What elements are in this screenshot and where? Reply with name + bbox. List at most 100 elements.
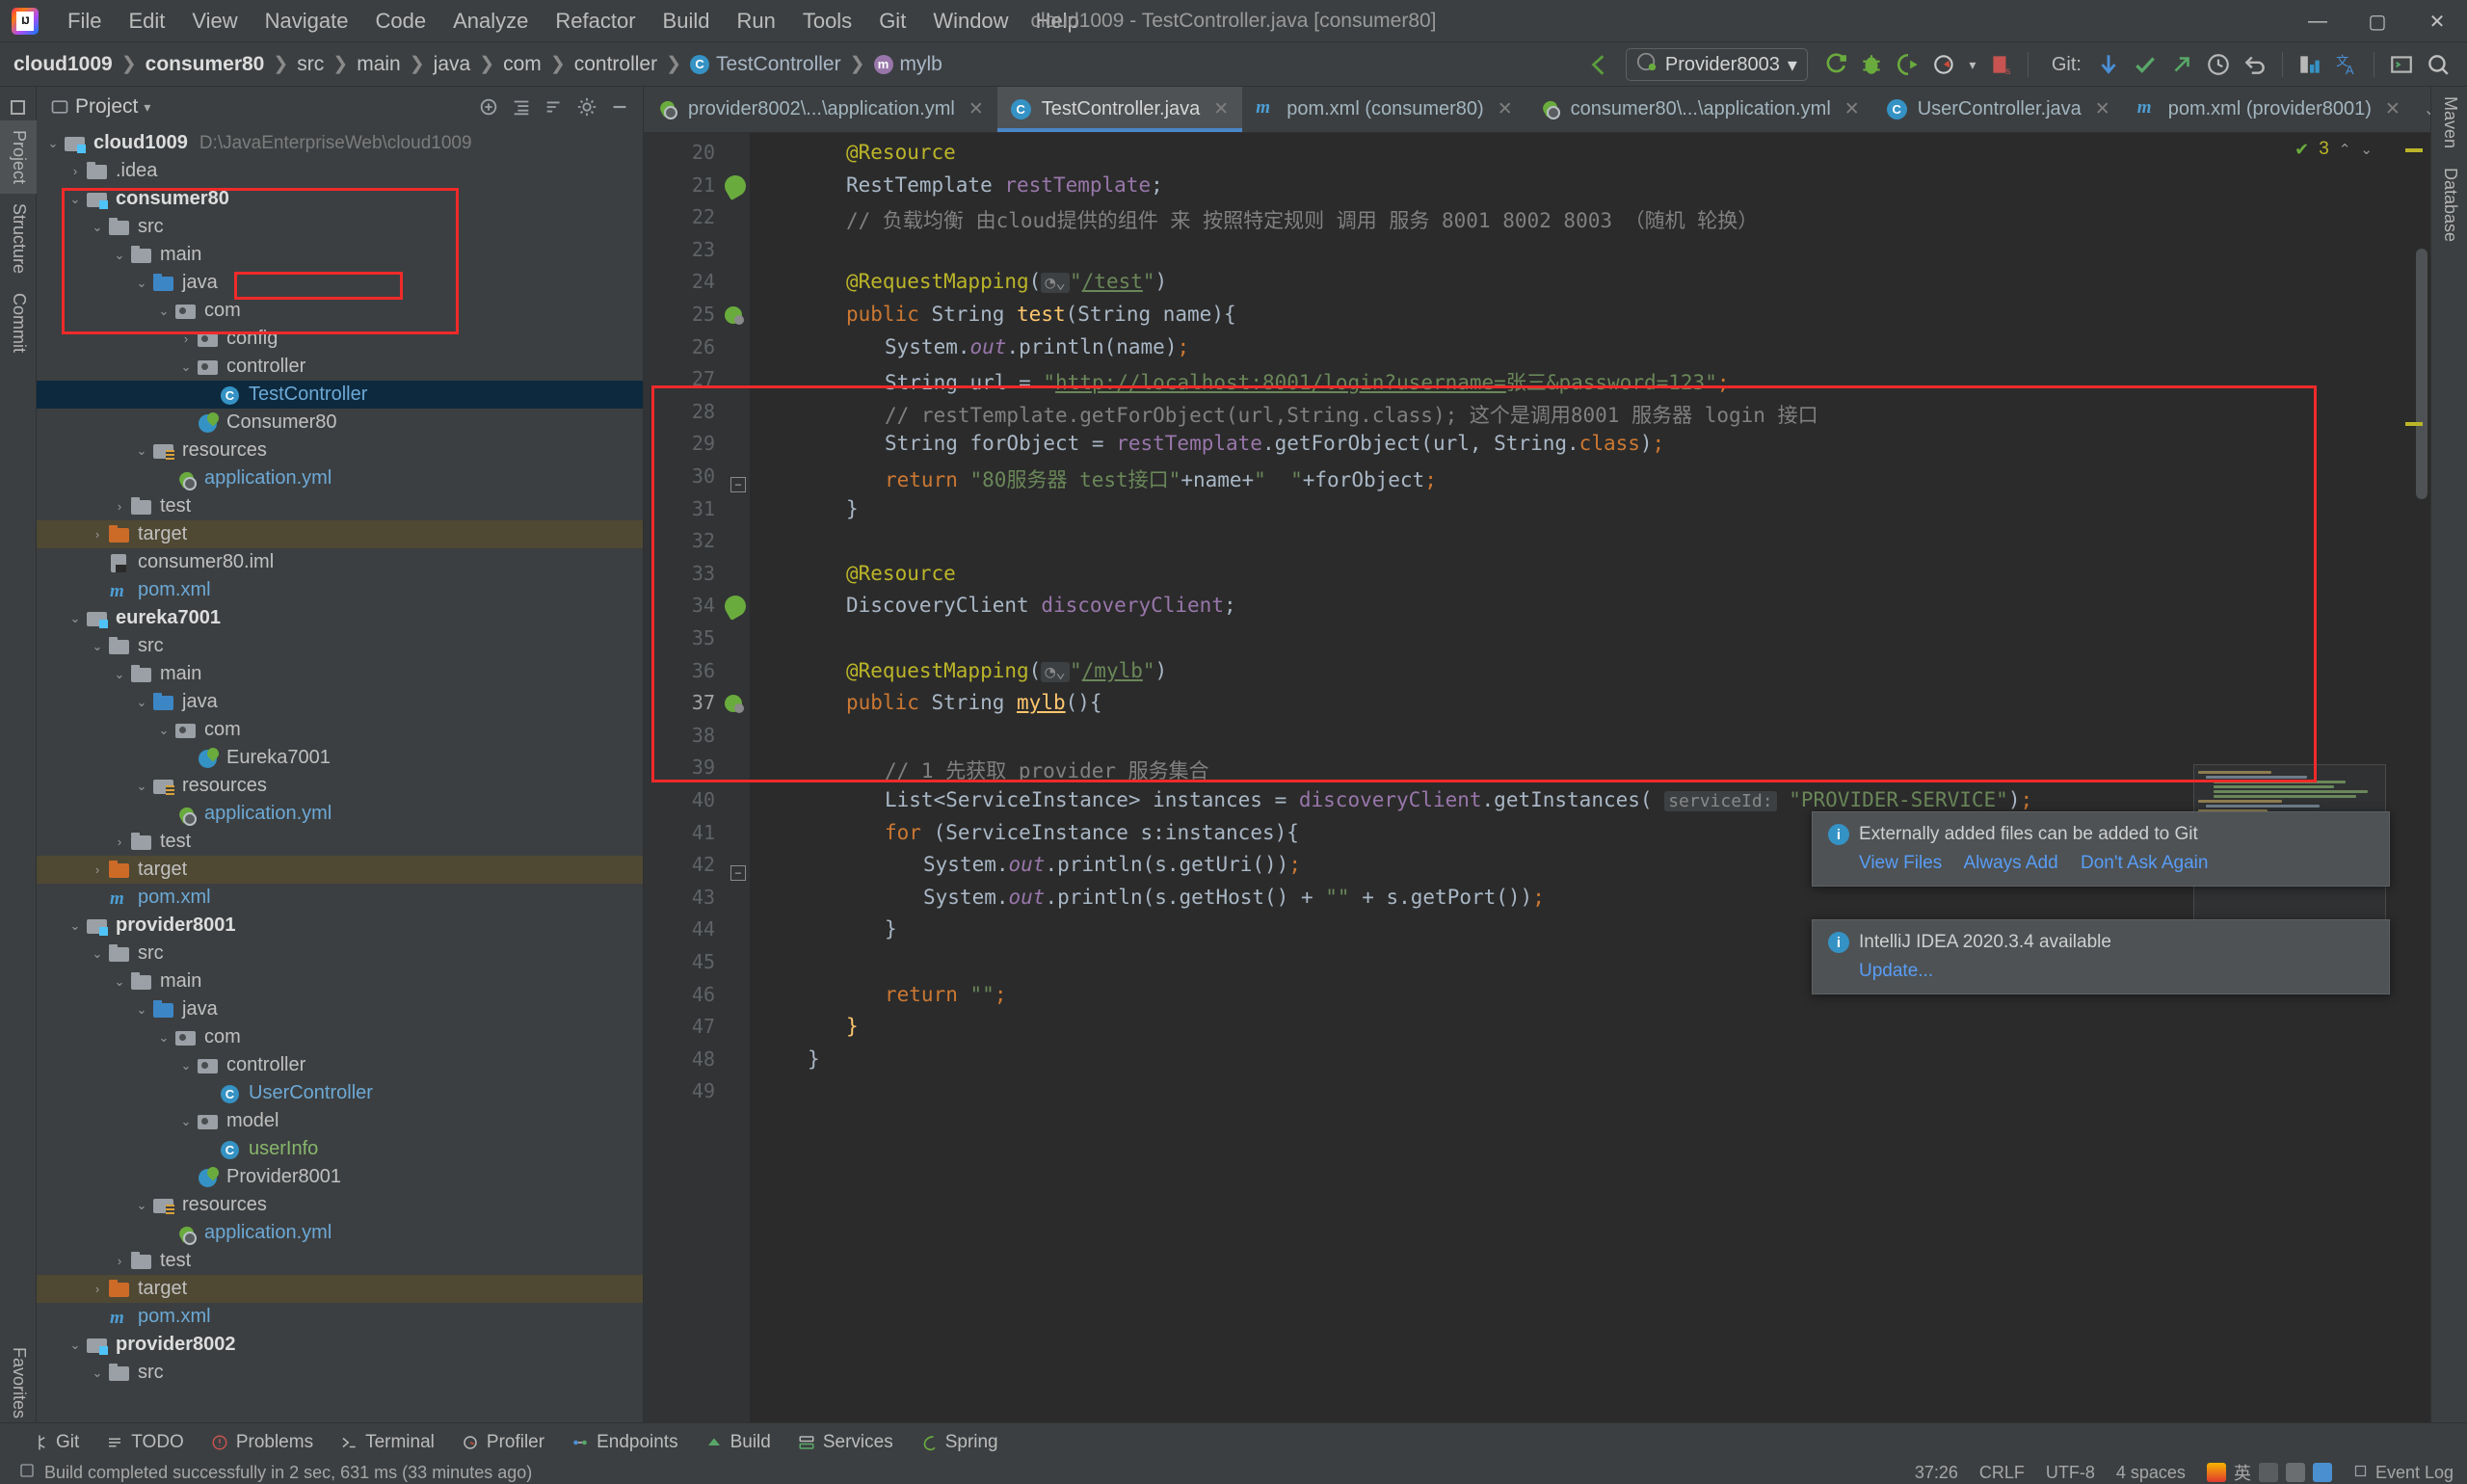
stripe-warning-2[interactable] xyxy=(2405,422,2423,426)
tree-node[interactable]: › .idea xyxy=(37,157,643,185)
code-line[interactable]: @Resource xyxy=(808,141,956,164)
breadcrumb-item-mylb[interactable]: m mylb xyxy=(873,53,942,76)
tree-node[interactable]: application.yml xyxy=(37,800,643,828)
dont-ask-again-link[interactable]: Don't Ask Again xyxy=(2081,853,2209,873)
code-line[interactable]: // restTemplate.getForObject(url,String.… xyxy=(808,400,1818,429)
tree-node[interactable]: › config xyxy=(37,325,643,353)
source-code[interactable]: @Resource RestTemplate restTemplate; // 负载… xyxy=(730,133,2396,1438)
sogou-ime-icon[interactable] xyxy=(2206,1463,2226,1482)
menu-item-code[interactable]: Code xyxy=(362,7,440,36)
code-line[interactable]: @RequestMapping(◔⌄ "/test") xyxy=(808,270,1167,294)
rollback-icon[interactable] xyxy=(2238,47,2272,82)
code-line[interactable]: DiscoveryClient discoveryClient; xyxy=(808,594,1236,617)
tray-icon-3[interactable] xyxy=(2312,1463,2332,1482)
tree-node[interactable]: ⌄ src xyxy=(37,213,643,241)
chevron-right-icon[interactable]: › xyxy=(87,527,108,542)
tree-node[interactable]: Consumer80 xyxy=(37,409,643,437)
notification-idea-update[interactable]: i IntelliJ IDEA 2020.3.4 available Updat… xyxy=(1812,919,2390,994)
chevron-down-icon[interactable]: ⌄ xyxy=(65,1338,86,1353)
tool-window-button-spring[interactable]: Spring xyxy=(909,1428,1010,1457)
tree-node[interactable]: ⌄ model xyxy=(37,1107,643,1135)
tree-node[interactable]: ⌄ resources xyxy=(37,437,643,464)
tree-node[interactable]: ⌄ consumer80 xyxy=(37,185,643,213)
spring-bean-gutter-icon[interactable] xyxy=(725,175,746,197)
code-line[interactable]: for (ServiceInstance s:instances){ xyxy=(808,821,1299,844)
menu-item-build[interactable]: Build xyxy=(650,7,724,36)
chevron-down-icon[interactable]: ⌄ xyxy=(87,639,108,654)
profiler-dropdown-icon[interactable]: ▾ xyxy=(1964,47,1981,82)
code-fold-toggle[interactable]: − xyxy=(730,477,746,492)
rail-item-favorites[interactable]: Favorites xyxy=(0,1338,38,1428)
tool-window-button-todo[interactable]: TODO xyxy=(94,1428,196,1457)
menu-item-analyze[interactable]: Analyze xyxy=(439,7,542,36)
inspection-widget[interactable]: ✔ 3 ⌃ ⌄ xyxy=(2295,139,2373,160)
search-icon[interactable] xyxy=(2421,47,2455,82)
code-line[interactable]: // 负载均衡 由cloud提供的组件 来 按照特定规则 调用 服务 8001 … xyxy=(808,205,1758,234)
chevron-down-icon[interactable]: ⌄ xyxy=(153,723,174,738)
breadcrumb-item-main[interactable]: main xyxy=(357,53,401,76)
close-tab-icon[interactable]: ✕ xyxy=(1213,98,1229,120)
profiler-icon[interactable] xyxy=(1927,47,1962,82)
tree-node[interactable]: › target xyxy=(37,856,643,884)
tool-window-button-build[interactable]: Build xyxy=(694,1428,783,1457)
close-tab-icon[interactable]: ✕ xyxy=(968,98,984,120)
tray-icon-1[interactable] xyxy=(2258,1463,2278,1482)
minimize-button[interactable]: — xyxy=(2288,0,2348,42)
code-line[interactable]: } xyxy=(808,1015,859,1038)
indent-setting[interactable]: 4 spaces xyxy=(2116,1463,2186,1483)
menu-item-file[interactable]: File xyxy=(54,7,115,36)
editor-tab[interactable]: provider8002\...\application.yml ✕ xyxy=(644,87,997,132)
chevron-right-icon[interactable]: › xyxy=(109,1254,130,1268)
rail-item-commit[interactable]: Commit xyxy=(0,283,38,362)
rerun-icon[interactable] xyxy=(1817,47,1852,82)
chevron-down-icon[interactable]: ⌄ xyxy=(175,1058,197,1073)
tool-window-button-endpoints[interactable]: Endpoints xyxy=(560,1428,690,1457)
editor-tab[interactable]: consumer80\...\application.yml ✕ xyxy=(1526,87,1873,132)
ime-indicator[interactable]: 英 xyxy=(2234,1460,2251,1484)
tree-node[interactable]: ⌄ eureka7001 xyxy=(37,604,643,632)
rail-item-database[interactable]: Database xyxy=(2431,158,2467,252)
code-line[interactable]: System.out.println(s.getHost() + "" + s.… xyxy=(808,886,1545,909)
tree-node[interactable]: ⌄ src xyxy=(37,1359,643,1387)
tool-window-button-profiler[interactable]: Profiler xyxy=(450,1428,556,1457)
chevron-down-icon[interactable]: ⌄ xyxy=(42,136,64,151)
tree-node[interactable]: ⌄ controller xyxy=(37,1051,643,1079)
close-tab-icon[interactable]: ✕ xyxy=(2095,98,2110,120)
editor-tab[interactable]: m pom.xml (provider8001) ✕ xyxy=(2124,87,2414,132)
tree-node[interactable]: Eureka7001 xyxy=(37,744,643,772)
code-line[interactable]: public String mylb(){ xyxy=(808,691,1102,714)
code-line[interactable]: System.out.println(s.getUri()); xyxy=(808,853,1301,876)
code-line[interactable]: @RequestMapping(◔⌄ "/mylb") xyxy=(808,659,1167,682)
commit-icon[interactable] xyxy=(2128,47,2162,82)
editor-tab[interactable]: m pom.xml (consumer80) ✕ xyxy=(1242,87,1525,132)
tree-node[interactable]: ⌄ main xyxy=(37,967,643,995)
breadcrumb-item-controller[interactable]: controller xyxy=(574,53,657,76)
notification-git-add[interactable]: i Externally added files can be added to… xyxy=(1812,811,2390,887)
chevron-down-icon[interactable]: ⌄ xyxy=(87,220,108,235)
settings-gear-icon[interactable] xyxy=(571,92,602,122)
code-line[interactable]: String forObject = restTemplate.getForOb… xyxy=(808,432,1664,455)
close-tab-icon[interactable]: ✕ xyxy=(1498,98,1513,120)
code-line[interactable]: return ""; xyxy=(808,983,1006,1006)
tree-node[interactable]: ⌄ cloud1009 D:\JavaEnterpriseWeb\cloud1009 xyxy=(37,129,643,157)
scrollbar-thumb[interactable] xyxy=(2416,249,2427,499)
sort-icon[interactable] xyxy=(539,92,570,122)
chevron-down-icon[interactable]: ⌄ xyxy=(175,1114,197,1129)
expand-all-icon[interactable] xyxy=(473,92,504,122)
tool-window-button-git[interactable]: Git xyxy=(19,1428,91,1457)
spring-mapping-gutter-icon[interactable] xyxy=(723,304,746,327)
maximize-button[interactable]: ▢ xyxy=(2348,0,2407,42)
menu-item-git[interactable]: Git xyxy=(865,7,919,36)
tree-node[interactable]: ⌄ com xyxy=(37,1023,643,1051)
tree-node[interactable]: m pom.xml xyxy=(37,884,643,912)
stop-icon[interactable]: s xyxy=(1983,47,2018,82)
tray-icon-2[interactable] xyxy=(2285,1463,2305,1482)
rail-item-project[interactable]: Project xyxy=(0,120,38,195)
hide-panel-icon[interactable] xyxy=(604,92,635,122)
chevron-down-icon[interactable]: ⌄ xyxy=(65,192,86,207)
code-line[interactable]: } xyxy=(808,1047,820,1071)
code-line[interactable]: @Resource xyxy=(808,562,956,585)
chevron-down-icon[interactable]: ⌄ xyxy=(131,695,152,710)
close-tab-icon[interactable]: ✕ xyxy=(2385,98,2401,120)
code-editor[interactable]: 20 21 22 23 24 25 26 27 28 29 30 31 32 33 34 35 36 37 38 39… xyxy=(644,133,2430,1438)
